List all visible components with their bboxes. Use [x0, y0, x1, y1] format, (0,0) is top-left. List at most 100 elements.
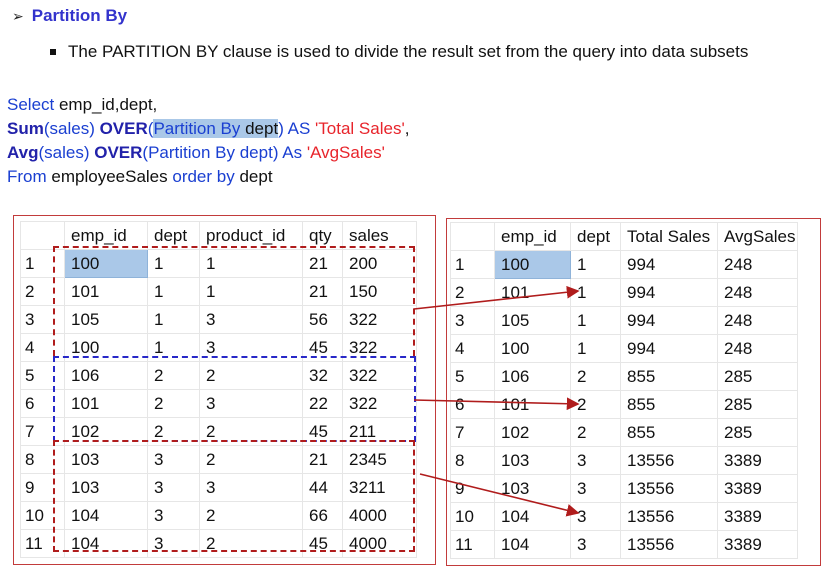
table-cell: 45: [302, 529, 343, 558]
table-cell: 1: [199, 277, 303, 306]
table-cell: 3: [199, 473, 303, 502]
table-row: 7 102 2 2 45 211: [20, 417, 417, 446]
table-cell: 105: [64, 305, 148, 334]
table-cell: 104: [64, 501, 148, 530]
table-row: 2 101 1 1 21 150: [20, 277, 417, 306]
sql-text: emp_id,dept,: [54, 95, 158, 114]
sql-keyword: From: [7, 167, 47, 186]
table-cell: 4000: [342, 529, 417, 558]
sql-string: 'Total Sales': [315, 119, 405, 138]
table-cell: 3211: [342, 473, 417, 502]
table-cell: 45: [302, 417, 343, 446]
row-number: 9: [450, 474, 495, 503]
sql-text: (sales): [38, 143, 95, 162]
table-row: 6 101 2 855 285: [450, 390, 798, 419]
sql-function: Avg: [7, 143, 39, 162]
table-cell: 105: [494, 306, 571, 335]
table-row: 4 100 1 3 45 322: [20, 333, 417, 362]
table-cell: 2: [147, 389, 200, 418]
row-number: 10: [20, 501, 65, 530]
row-number: 4: [20, 333, 65, 362]
table-cell: 2: [199, 501, 303, 530]
table-cell: 106: [494, 362, 571, 391]
table-cell: 3: [199, 333, 303, 362]
table-cell: 2: [199, 417, 303, 446]
row-number: 11: [20, 529, 65, 558]
row-number: 6: [20, 389, 65, 418]
table-row: 10 104 3 2 66 4000: [20, 501, 417, 530]
arrow-bullet-icon: ➢: [12, 7, 24, 24]
left-header-cell: qty: [302, 221, 343, 250]
table-row: 2 101 1 994 248: [450, 278, 798, 307]
row-number: 1: [20, 249, 65, 278]
table-cell: 3: [570, 530, 621, 559]
left-header-cell: product_id: [199, 221, 303, 250]
sql-text: ,: [404, 119, 410, 138]
table-cell: 4000: [342, 501, 417, 530]
right-header-cell: AvgSales: [717, 222, 798, 251]
sql-function: Sum: [7, 119, 44, 138]
table-cell: 2: [199, 361, 303, 390]
table-cell: 150: [342, 277, 417, 306]
left-header-row: emp_id dept product_id qty sales: [20, 221, 417, 250]
table-cell: 1: [570, 306, 621, 335]
table-row: 10 104 3 13556 3389: [450, 502, 798, 531]
table-cell: 13556: [620, 446, 718, 475]
table-cell: 1: [570, 334, 621, 363]
table-cell: 200: [342, 249, 417, 278]
table-row: 8 103 3 13556 3389: [450, 446, 798, 475]
table-row: 11 104 3 2 45 4000: [20, 529, 417, 558]
table-row: 9 103 3 13556 3389: [450, 474, 798, 503]
table-cell: 994: [620, 334, 718, 363]
table-cell: 322: [342, 333, 417, 362]
sql-text: (Partition By dept) As: [142, 143, 307, 162]
table-cell: 994: [620, 306, 718, 335]
table-row: 1 100 1 994 248: [450, 250, 798, 279]
sql-line-3: Avg(sales) OVER(Partition By dept) As 'A…: [7, 141, 409, 165]
table-cell: 3389: [717, 530, 798, 559]
table-cell: 103: [494, 474, 571, 503]
table-cell: 13556: [620, 502, 718, 531]
table-cell: 3389: [717, 474, 798, 503]
table-cell: 248: [717, 278, 798, 307]
row-number: 3: [450, 306, 495, 335]
table-cell: 1: [147, 305, 200, 334]
table-cell: 3389: [717, 502, 798, 531]
table-cell: 1: [570, 250, 621, 279]
table-cell: 21: [302, 249, 343, 278]
table-cell: 2: [570, 418, 621, 447]
heading-title: Partition By: [31, 6, 128, 25]
left-header-cell: dept: [147, 221, 200, 250]
row-number: 2: [20, 277, 65, 306]
row-number: 7: [20, 417, 65, 446]
table-cell: 21: [302, 277, 343, 306]
table-cell: 103: [64, 445, 148, 474]
table-cell: 855: [620, 362, 718, 391]
table-cell: 855: [620, 390, 718, 419]
table-cell: 22: [302, 389, 343, 418]
table-cell: 104: [494, 530, 571, 559]
table-cell: 21: [302, 445, 343, 474]
table-row: 5 106 2 855 285: [450, 362, 798, 391]
table-cell: 44: [302, 473, 343, 502]
right-header-row: emp_id dept Total Sales AvgSales: [450, 222, 798, 251]
table-cell: 3389: [717, 446, 798, 475]
table-cell: 102: [64, 417, 148, 446]
right-result-grid: emp_id dept Total Sales AvgSales 1 100 1 994 24…: [450, 222, 798, 559]
table-cell: 101: [494, 390, 571, 419]
table-cell: 101: [64, 277, 148, 306]
table-cell: 106: [64, 361, 148, 390]
table-row: 6 101 2 3 22 322: [20, 389, 417, 418]
table-cell: 3: [147, 529, 200, 558]
row-number: 4: [450, 334, 495, 363]
table-cell: 1: [147, 277, 200, 306]
table-cell: 3: [199, 305, 303, 334]
right-header-cell: emp_id: [494, 222, 571, 251]
row-number: 1: [450, 250, 495, 279]
table-cell: 3: [570, 446, 621, 475]
sql-line-1: Select emp_id,dept,: [7, 93, 409, 117]
table-cell: 285: [717, 362, 798, 391]
sql-highlighted-partition: Partition By: [153, 119, 241, 138]
table-cell: 66: [302, 501, 343, 530]
sql-over-keyword: OVER: [99, 119, 148, 138]
